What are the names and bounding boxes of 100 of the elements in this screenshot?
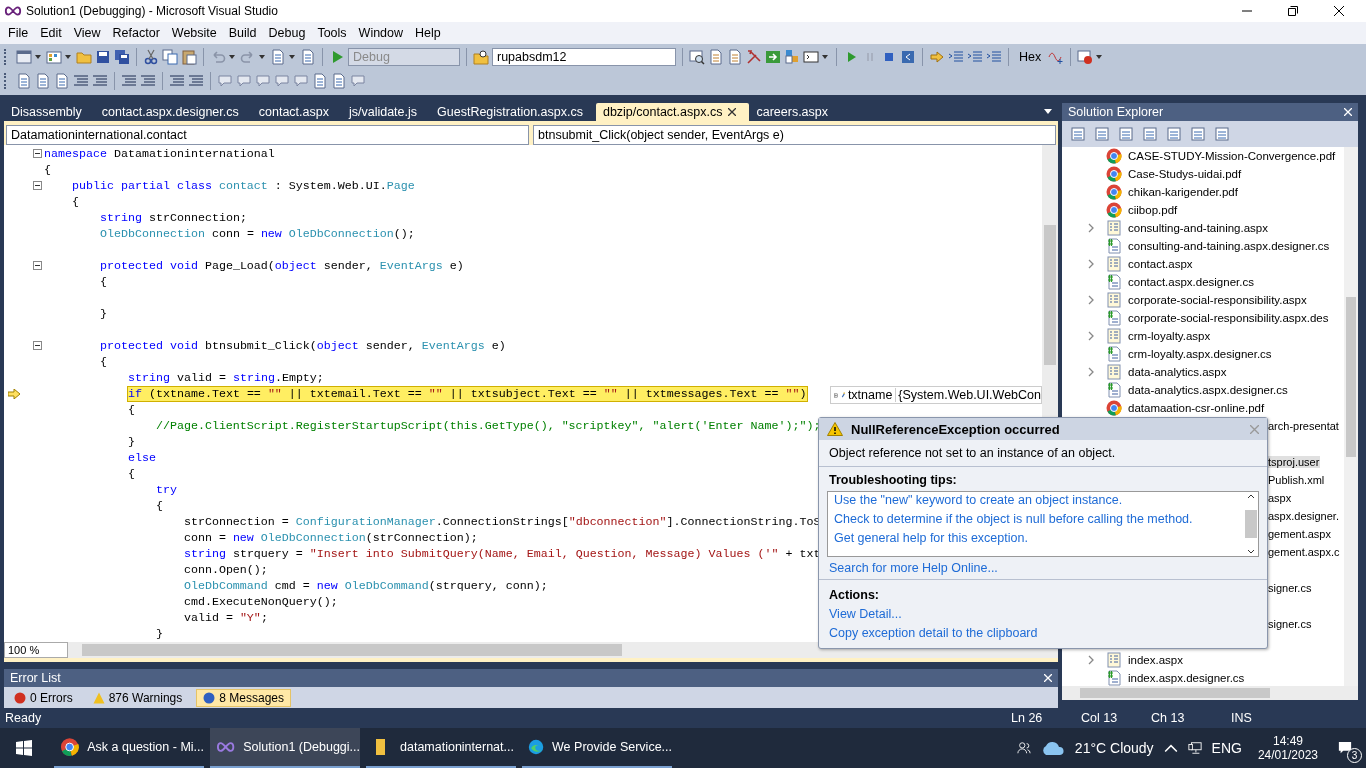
- caret-icon[interactable]: [65, 55, 71, 59]
- tip-link[interactable]: Use the "new" keyword to create an object instance.: [834, 493, 1240, 507]
- menu-item[interactable]: Edit: [34, 26, 68, 40]
- scroll-down-icon[interactable]: [1247, 549, 1255, 554]
- disks-icon[interactable]: [114, 49, 130, 65]
- bubble-icon[interactable]: [350, 73, 366, 89]
- file-name[interactable]: CASE-STUDY-Mission-Convergence.pdf: [1126, 150, 1338, 162]
- file-name[interactable]: consulting-and-taining.aspx.designer.cs: [1126, 240, 1332, 252]
- menu-item[interactable]: Refactor: [106, 26, 166, 40]
- lines-icon[interactable]: [948, 49, 964, 65]
- expand-chevron-icon[interactable]: [1088, 223, 1094, 233]
- expand-chevron-icon[interactable]: [1088, 295, 1094, 305]
- vertical-scrollbar[interactable]: [1244, 492, 1258, 556]
- terminal-icon[interactable]: [803, 49, 819, 65]
- collapse-icon[interactable]: [33, 341, 42, 350]
- notification-icon[interactable]: [1338, 741, 1352, 755]
- zoom-dropdown[interactable]: 100 %: [4, 642, 68, 658]
- expand-icon[interactable]: [834, 390, 838, 400]
- taskbar-app[interactable]: datamationinternat...: [366, 728, 516, 768]
- file-name[interactable]: crm-loyalty.aspx.designer.cs: [1126, 348, 1274, 360]
- caret-icon[interactable]: [1044, 109, 1052, 115]
- filter-button[interactable]: 0 Errors: [8, 689, 79, 707]
- arrow-icon[interactable]: [929, 49, 945, 65]
- menu-item[interactable]: Help: [409, 26, 447, 40]
- file-name[interactable]: contact.aspx.designer.cs: [1126, 276, 1256, 288]
- file-name[interactable]: signer.cs: [1267, 582, 1313, 594]
- toolbar-icon[interactable]: [1166, 126, 1182, 142]
- menu-item[interactable]: Window: [352, 26, 410, 40]
- lines-icon[interactable]: [967, 49, 983, 65]
- window-icon[interactable]: [16, 49, 32, 65]
- expand-chevron-icon[interactable]: [1088, 259, 1094, 269]
- expand-chevron-icon[interactable]: [1088, 367, 1094, 377]
- toolbar-icon[interactable]: [1142, 126, 1158, 142]
- folder-search-icon[interactable]: [473, 49, 489, 65]
- bubble-icon[interactable]: [236, 73, 252, 89]
- file-name[interactable]: Case-Studys-uidai.pdf: [1126, 168, 1244, 180]
- file-name[interactable]: gement.aspx.c: [1267, 546, 1341, 558]
- document-tab[interactable]: careers.aspx: [749, 103, 841, 121]
- collapse-icon[interactable]: [33, 149, 42, 158]
- caret-icon[interactable]: [1096, 55, 1103, 59]
- lines-icon[interactable]: [73, 73, 89, 89]
- copy-icon[interactable]: [162, 49, 178, 65]
- lines-icon[interactable]: [121, 73, 137, 89]
- file-name[interactable]: ciibop.pdf: [1126, 204, 1180, 216]
- menu-item[interactable]: Tools: [311, 26, 353, 40]
- file-name[interactable]: consulting-and-taining.aspx: [1126, 222, 1270, 234]
- maximize-icon[interactable]: [1288, 6, 1298, 16]
- menu-item[interactable]: Website: [165, 26, 223, 40]
- bubble-icon[interactable]: [217, 73, 233, 89]
- vertical-scrollbar[interactable]: [1344, 147, 1358, 686]
- toolbar-icon[interactable]: [1190, 126, 1206, 142]
- collapse-icon[interactable]: [33, 261, 42, 270]
- toolbar-icon[interactable]: [1214, 126, 1230, 142]
- document-tab[interactable]: js/validate.js: [341, 103, 431, 121]
- tip-link[interactable]: Get general help for this exception.: [834, 531, 1240, 545]
- file-name[interactable]: arch-presentat: [1267, 420, 1340, 432]
- filter-button[interactable]: 876 Warnings: [86, 689, 189, 707]
- network-icon[interactable]: [1187, 741, 1202, 755]
- caret-icon[interactable]: [822, 55, 828, 59]
- file-name[interactable]: signer.cs: [1267, 618, 1313, 630]
- lines-icon[interactable]: [92, 73, 108, 89]
- clock-time[interactable]: 14:49: [1272, 734, 1303, 748]
- bubble-icon[interactable]: [293, 73, 309, 89]
- lines-icon[interactable]: [986, 49, 1002, 65]
- type-dropdown[interactable]: Datamationinternational.contact: [6, 125, 529, 145]
- file-name[interactable]: datamaation-csr-online.pdf: [1126, 402, 1267, 414]
- clock-date[interactable]: 24/01/2023: [1257, 748, 1318, 762]
- file-name[interactable]: aspx.designer.: [1267, 510, 1340, 522]
- windows-start-icon[interactable]: [16, 740, 32, 756]
- file-name[interactable]: data-analytics.aspx: [1126, 366, 1229, 378]
- taskbar-app[interactable]: Solution1 (Debuggi...: [210, 728, 360, 768]
- file-name[interactable]: corporate-social-responsibility.aspx.des: [1126, 312, 1331, 324]
- grid-icon[interactable]: [784, 49, 800, 65]
- menu-item[interactable]: Debug: [262, 26, 312, 40]
- grid-icon[interactable]: [46, 49, 62, 65]
- toolbar-icon[interactable]: [1070, 126, 1086, 142]
- toolbar-icon[interactable]: [1094, 126, 1110, 142]
- close-icon[interactable]: [1334, 6, 1344, 16]
- file-name[interactable]: data-analytics.aspx.designer.cs: [1126, 384, 1290, 396]
- document-tab[interactable]: Disassembly: [4, 103, 95, 121]
- scroll-up-icon[interactable]: [1247, 494, 1255, 499]
- file-name[interactable]: tsproj.user: [1267, 456, 1321, 468]
- toolbar-icon[interactable]: [1118, 126, 1134, 142]
- file-name[interactable]: contact.aspx: [1126, 258, 1195, 270]
- file-name[interactable]: index.aspx: [1126, 654, 1185, 666]
- expand-chevron-icon[interactable]: [1088, 331, 1094, 341]
- taskbar-app[interactable]: We Provide Service...: [522, 728, 672, 768]
- file-name[interactable]: index.aspx.designer.cs: [1126, 672, 1247, 684]
- file-name[interactable]: aspx: [1267, 492, 1293, 504]
- caret-icon[interactable]: [229, 55, 235, 59]
- document-tab[interactable]: dbzip/contact.aspx.cs: [595, 103, 750, 121]
- breakpoint-window-icon[interactable]: [1077, 49, 1094, 65]
- file-name[interactable]: corporate-social-responsibility.aspx: [1126, 294, 1309, 306]
- people-icon[interactable]: [1016, 741, 1031, 755]
- document-tab[interactable]: GuestRegistration.aspx.cs: [430, 103, 596, 121]
- file-name[interactable]: crm-loyalty.aspx: [1126, 330, 1213, 342]
- collapse-icon[interactable]: [33, 181, 42, 190]
- bubble-icon[interactable]: [255, 73, 271, 89]
- filter-button[interactable]: 8 Messages: [196, 689, 291, 707]
- bubble-icon[interactable]: [274, 73, 290, 89]
